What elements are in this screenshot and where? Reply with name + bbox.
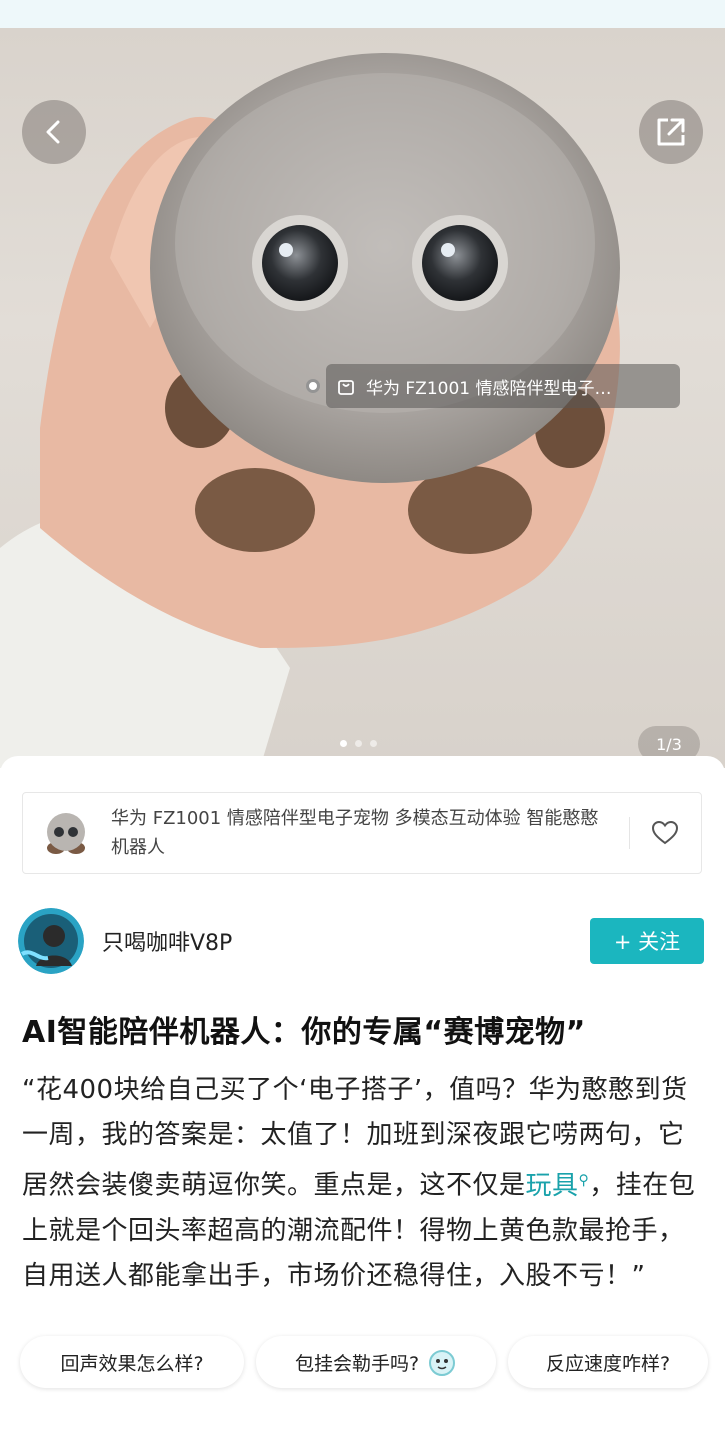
- bubble-character-icon: [429, 1350, 456, 1376]
- back-button[interactable]: [22, 100, 86, 164]
- product-title: 华为 FZ1001 情感陪伴型电子宠物 多模态互动体验 智能憨憨 机器人: [111, 808, 599, 858]
- product-tag[interactable]: 华为 FZ1001 情感陪伴型电子…: [306, 364, 680, 408]
- follow-button[interactable]: + 关注: [590, 918, 704, 964]
- question-chip[interactable]: 反应速度咋样?: [508, 1336, 708, 1388]
- carousel-dot: [355, 740, 362, 747]
- tag-anchor-dot: [306, 379, 320, 393]
- shopping-bag-icon: [338, 380, 354, 395]
- author-name[interactable]: 只喝咖啡V8P: [102, 925, 232, 957]
- keyword-text[interactable]: 玩具: [526, 1171, 579, 1201]
- author-info[interactable]: 只喝咖啡V8P: [18, 908, 232, 974]
- post-body: “花400块给自己买了个‘电子搭子’，值吗？华为憨憨到货一周，我的答案是：太值了…: [22, 1068, 706, 1324]
- bottom-safe-area: [0, 1402, 725, 1440]
- avatar[interactable]: [18, 908, 84, 974]
- status-bar-background: [0, 0, 725, 28]
- question-chip-label: 回声效果怎么样?: [60, 1352, 204, 1375]
- favorite-button[interactable]: [630, 792, 700, 874]
- question-chip-label: 反应速度咋样?: [545, 1352, 671, 1375]
- suggested-questions: 回声效果怎么样? 包挂会勒手吗? 反应速度咋样?: [20, 1336, 708, 1388]
- share-external-icon: [657, 118, 685, 146]
- heart-outline-icon: [651, 820, 679, 845]
- product-card[interactable]: 华为 FZ1001 情感陪伴型电子宠物 多模态互动体验 智能憨憨 机器人: [22, 792, 702, 874]
- carousel-dot: [370, 740, 377, 747]
- image-carousel[interactable]: 华为 FZ1001 情感陪伴型电子… 1/3: [0, 28, 725, 768]
- question-chip[interactable]: 回声效果怎么样?: [20, 1336, 244, 1388]
- carousel-indicator: [340, 740, 377, 747]
- share-button[interactable]: [639, 100, 703, 164]
- question-chip-label: 包挂会勒手吗?: [294, 1352, 420, 1375]
- product-tag-pill[interactable]: 华为 FZ1001 情感陪伴型电子…: [326, 364, 680, 408]
- post-title: AI智能陪伴机器人：你的专属“赛博宠物”: [22, 1015, 586, 1050]
- search-icon: ⚲: [578, 1172, 590, 1188]
- product-tag-text: 华为 FZ1001 情感陪伴型电子…: [366, 378, 612, 399]
- question-chip[interactable]: 包挂会勒手吗?: [256, 1336, 496, 1388]
- carousel-dot-active: [340, 740, 347, 747]
- product-thumbnail: [23, 792, 109, 874]
- keyword-link[interactable]: 玩具⚲: [526, 1171, 590, 1201]
- chevron-left-icon: [46, 120, 60, 144]
